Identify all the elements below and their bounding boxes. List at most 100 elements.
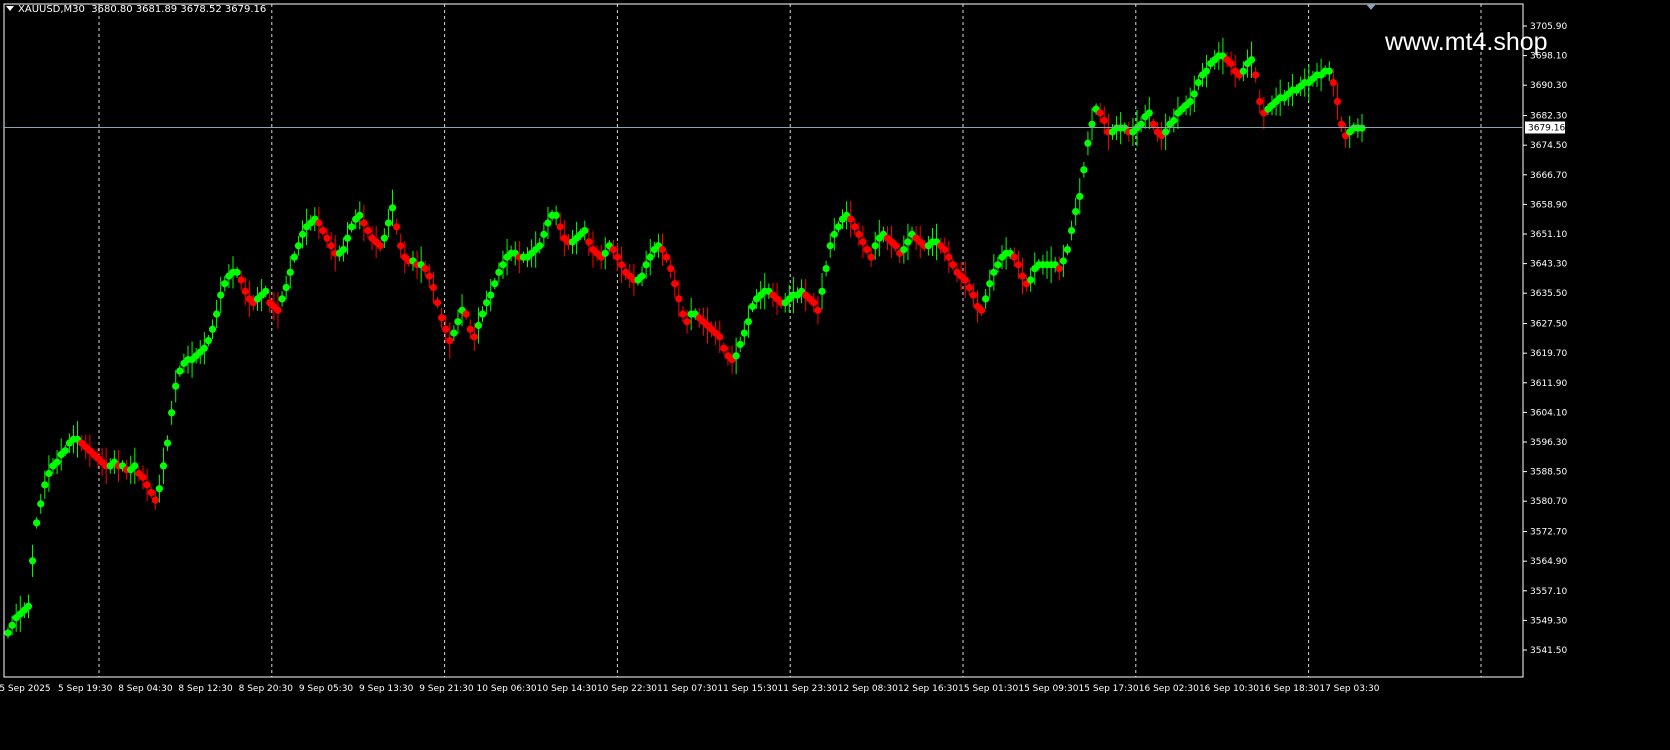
price-point: [1059, 257, 1067, 265]
price-point: [736, 340, 744, 349]
price-point: [348, 223, 356, 231]
price-point: [617, 261, 626, 269]
x-tick-label: 10 Sep 22:30: [597, 684, 657, 694]
price-point: [544, 219, 552, 227]
price-point: [1247, 56, 1256, 64]
price-point: [716, 333, 724, 341]
price-point: [446, 337, 454, 345]
x-tick-label: 8 Sep 04:30: [118, 684, 173, 694]
y-tick-label: 3658.90: [1530, 200, 1567, 210]
price-point: [45, 469, 53, 478]
price-point: [638, 272, 646, 280]
price-point: [425, 272, 433, 280]
price-point: [139, 473, 147, 481]
price-point: [1018, 272, 1027, 280]
price-point: [1162, 128, 1170, 136]
price-point: [1149, 120, 1157, 128]
y-tick-label: 3588.50: [1530, 468, 1567, 478]
price-point: [356, 211, 364, 220]
x-tick-label: 9 Sep 13:30: [359, 684, 414, 694]
price-point: [990, 268, 998, 276]
x-tick-label: 16 Sep 02:30: [1139, 684, 1199, 694]
price-point: [168, 409, 176, 417]
price-point: [871, 242, 879, 250]
price-point: [61, 447, 69, 455]
price-point: [1256, 97, 1264, 106]
price-chart: 3705.903698.103690.303682.303674.503666.…: [0, 0, 1670, 746]
price-point: [977, 306, 986, 314]
symbol-header[interactable]: XAUUSD,M30 3680.80 3681.89 3678.52 3679.…: [6, 4, 266, 15]
symbol-label: XAUUSD,M30: [18, 4, 85, 15]
price-point: [298, 230, 307, 238]
price-point: [867, 253, 875, 261]
price-point: [478, 310, 487, 318]
price-point: [671, 280, 679, 288]
price-point: [658, 245, 667, 254]
price-point: [33, 519, 41, 527]
price-point: [450, 329, 458, 337]
y-tick-label: 3666.70: [1530, 171, 1567, 181]
price-point: [1252, 71, 1260, 79]
y-tick-label: 3604.10: [1530, 408, 1567, 418]
price-point: [855, 230, 863, 238]
price-point: [994, 261, 1002, 269]
price-point: [8, 621, 16, 629]
y-tick-label: 3564.90: [1530, 557, 1567, 567]
price-point: [380, 234, 388, 242]
price-point: [495, 268, 503, 276]
price-point: [4, 629, 12, 637]
price-point: [1137, 120, 1145, 128]
x-tick-label: 8 Sep 20:30: [239, 684, 294, 694]
x-tick-label: 16 Sep 18:30: [1259, 684, 1319, 694]
x-tick-label: 11 Sep 07:30: [657, 684, 717, 694]
price-point: [155, 485, 163, 493]
price-point: [945, 253, 953, 261]
price-point: [1325, 67, 1333, 75]
x-tick-label: 9 Sep 05:30: [299, 684, 354, 694]
price-point: [442, 325, 450, 333]
x-tick-label: 12 Sep 08:30: [838, 684, 898, 694]
y-tick-label: 3611.90: [1530, 379, 1567, 389]
price-point: [1055, 264, 1063, 273]
price-point: [462, 310, 470, 318]
x-tick-label: 10 Sep 14:30: [537, 684, 597, 694]
price-point: [613, 253, 622, 261]
price-point: [826, 242, 834, 250]
price-point: [941, 245, 949, 254]
price-point: [364, 226, 372, 235]
price-point: [1014, 261, 1022, 269]
price-point: [204, 337, 213, 345]
x-axis: 5 Sep 2025 5 Sep 19:30 8 Sep 04:30 8 Sep 12…: [0, 684, 1380, 694]
price-point: [679, 310, 687, 318]
x-tick-label: 5 Sep 19:30: [58, 684, 113, 694]
price-point: [483, 299, 491, 307]
x-tick-label: 11 Sep 15:30: [717, 684, 777, 694]
price-point: [748, 302, 757, 311]
price-point: [208, 325, 217, 333]
price-point: [892, 242, 900, 250]
price-point: [200, 344, 208, 352]
price-point: [965, 283, 973, 292]
price-point: [540, 230, 548, 238]
price-point: [683, 318, 691, 326]
x-tick-label: 17 Sep 03:30: [1319, 684, 1379, 694]
price-point: [41, 481, 49, 489]
price-point: [28, 557, 37, 565]
price-point: [339, 245, 348, 254]
dropdown-triangle-icon[interactable]: [6, 6, 14, 11]
price-point: [1333, 97, 1342, 106]
price-point: [1194, 78, 1202, 87]
y-tick-label: 3682.30: [1530, 112, 1567, 122]
price-point: [1088, 120, 1096, 128]
price-point: [818, 287, 826, 295]
current-price-label: 3679.16: [1528, 123, 1565, 133]
price-point: [151, 496, 159, 504]
price-point: [1239, 67, 1247, 75]
price-point: [642, 261, 650, 269]
chart-area: 3705.90 3698.10 3690.30 3682.30 3674.50 3666.…: [0, 0, 1670, 746]
price-point: [163, 439, 172, 447]
price-point: [581, 226, 589, 235]
price-point: [536, 242, 544, 250]
price-point: [904, 238, 912, 246]
price-point: [675, 295, 683, 303]
